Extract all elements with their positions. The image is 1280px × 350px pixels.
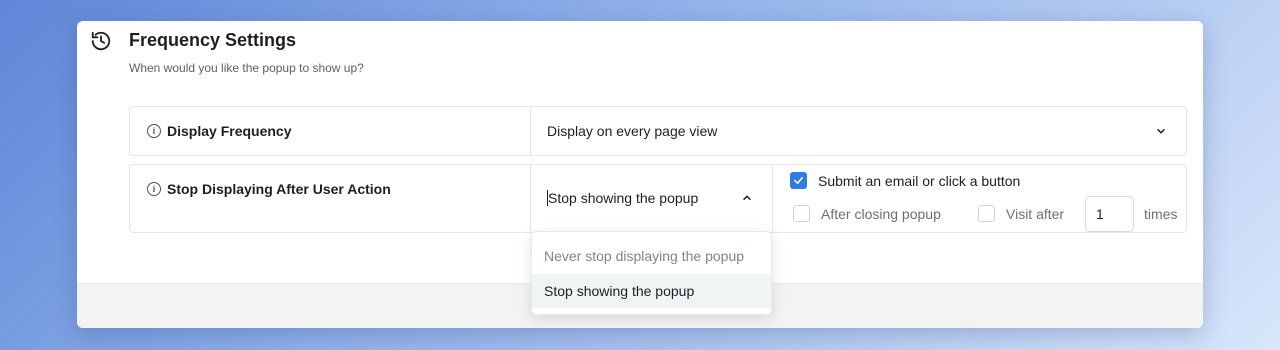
times-label: times	[1144, 206, 1178, 222]
display-frequency-select[interactable]: Display on every page view	[531, 107, 1186, 155]
after-closing-option[interactable]: After closing popup	[793, 205, 941, 222]
dropdown-option-stop-showing[interactable]: Stop showing the popup	[532, 274, 771, 308]
visit-after-checkbox[interactable]	[978, 205, 995, 222]
stop-displaying-label: i Stop Displaying After User Action	[147, 181, 391, 197]
page-subtitle: When would you like the popup to show up…	[129, 61, 364, 75]
stop-displaying-value-wrap: Stop showing the popup	[547, 190, 698, 206]
history-icon	[91, 31, 111, 51]
page-title: Frequency Settings	[129, 30, 297, 50]
stop-displaying-row: i Stop Displaying After User Action Stop…	[129, 164, 1187, 233]
submit-email-option[interactable]: Submit an email or click a button	[790, 172, 1020, 189]
stop-displaying-label-cell: i Stop Displaying After User Action	[130, 165, 531, 232]
stop-displaying-select[interactable]: Stop showing the popup	[531, 165, 773, 232]
dropdown-option-never-stop[interactable]: Never stop displaying the popup	[532, 239, 771, 273]
chevron-up-icon	[743, 195, 751, 200]
stop-displaying-value: Stop showing the popup	[548, 190, 699, 206]
submit-email-label: Submit an email or click a button	[818, 172, 1021, 189]
info-icon[interactable]: i	[147, 124, 161, 138]
visit-after-label: Visit after	[1006, 205, 1065, 222]
chevron-down-icon	[1157, 129, 1165, 134]
after-closing-checkbox[interactable]	[793, 205, 810, 222]
display-frequency-value: Display on every page view	[547, 123, 718, 139]
info-icon[interactable]: i	[147, 182, 161, 196]
stop-displaying-dropdown-menu: Never stop displaying the popup Stop sho…	[531, 231, 772, 315]
after-closing-label: After closing popup	[821, 205, 941, 222]
visit-count-input[interactable]	[1085, 196, 1134, 232]
display-frequency-row: i Display Frequency Display on every pag…	[129, 106, 1187, 156]
stop-displaying-label-text: Stop Displaying After User Action	[167, 181, 391, 197]
visit-after-option[interactable]: Visit after	[978, 205, 1064, 222]
display-frequency-label-text: Display Frequency	[167, 123, 292, 139]
display-frequency-label: i Display Frequency	[147, 123, 292, 139]
checkmark-icon	[794, 176, 803, 185]
display-frequency-label-cell: i Display Frequency	[130, 107, 531, 155]
user-action-options: Submit an email or click a button After …	[773, 165, 1186, 232]
submit-email-checkbox[interactable]	[790, 172, 807, 189]
